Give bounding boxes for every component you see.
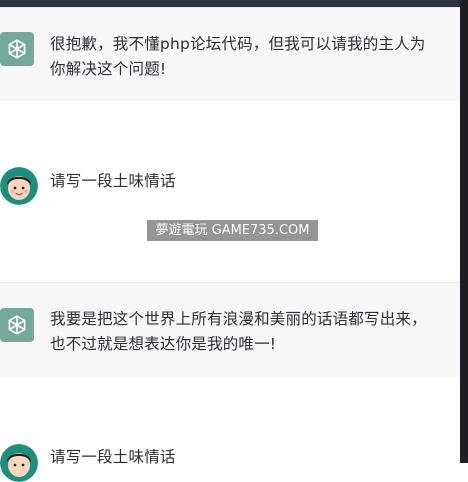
watermark: 夢遊電玩 GAME735.COM: [147, 220, 318, 241]
assistant-message-row: 我要是把这个世界上所有浪漫和美丽的话语都写出来，也不过就是想表达你是我的唯一!: [0, 282, 460, 378]
user-message-row: 请写一段土味情话: [0, 101, 460, 281]
user-avatar-icon: [0, 167, 38, 205]
user-message-text: 请写一段土味情话: [50, 448, 176, 466]
openai-logo-icon: [0, 308, 34, 342]
user-message-text: 请写一段土味情话: [50, 172, 176, 190]
user-message-row: 请写一段土味情话: [0, 377, 460, 482]
user-avatar-icon: [0, 444, 38, 482]
assistant-message-row: 很抱歉，我不懂php论坛代码，但我可以请我的主人为你解决这个问题!: [0, 7, 460, 102]
openai-logo-icon: [0, 32, 34, 66]
assistant-message-text: 很抱歉，我不懂php论坛代码，但我可以请我的主人为你解决这个问题!: [50, 35, 426, 78]
top-bar: [0, 0, 460, 7]
assistant-message-text: 我要是把这个世界上所有浪漫和美丽的话语都写出来，也不过就是想表达你是我的唯一!: [50, 310, 427, 353]
right-scrollbar-strip: [460, 0, 468, 463]
